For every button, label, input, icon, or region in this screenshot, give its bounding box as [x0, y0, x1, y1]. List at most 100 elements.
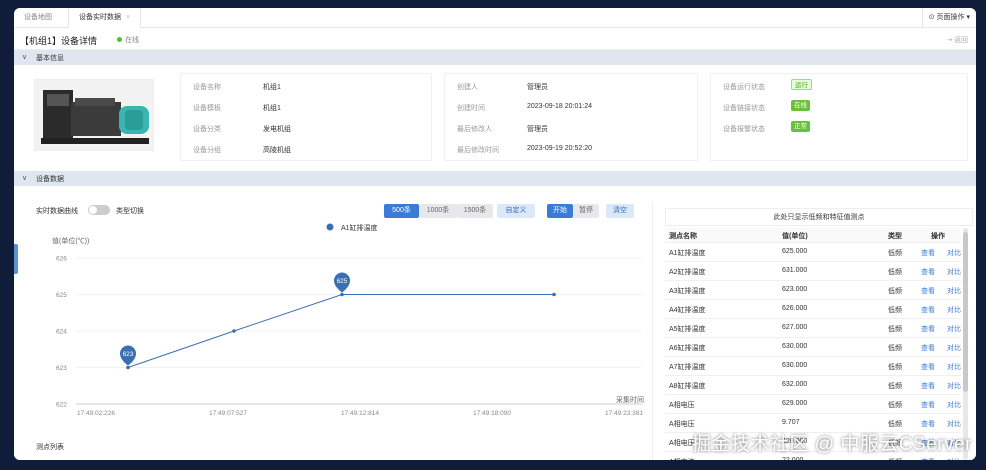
point-value: 630.000	[782, 343, 808, 350]
point-type: 低频	[888, 364, 902, 371]
link-status-badge: 在线	[791, 100, 810, 111]
table-row: A相电压 629.000 低频 查看 对比	[665, 395, 961, 414]
data-point	[126, 365, 130, 370]
start-button[interactable]: 开始	[547, 204, 573, 218]
info-row: 创建人 管理员	[457, 84, 548, 91]
close-icon[interactable]: ×	[126, 14, 130, 21]
info-row: 最后修改时间 2023-09-19 20:52:20	[457, 145, 592, 154]
chevron-down-icon: ∨	[22, 175, 28, 182]
range-1500-button[interactable]: 1500条	[457, 204, 493, 218]
view-link[interactable]: 查看	[921, 381, 935, 391]
basic-info-section-header[interactable]: ∨ 基本信息	[14, 50, 976, 65]
back-button[interactable]: ⇢ 返回	[946, 35, 968, 45]
compare-link[interactable]: 对比	[947, 381, 961, 391]
basic-info-panel: 设备名称 机组1 设备模板 机组1 设备分类 发电机组 设备分组 高陵机组 创建人 管理员…	[14, 65, 976, 171]
point-name: A相电压	[669, 421, 695, 428]
compare-link[interactable]: 对比	[947, 248, 961, 258]
point-type: 低频	[888, 250, 902, 257]
table-row: A5缸排温度 627.000 低频 查看 对比	[665, 319, 961, 338]
point-value: 630.000	[782, 362, 808, 369]
realtime-line-chart: A1缸排温度值(单位(℃)) 622 623 624 625 626 17:49:02:22…	[52, 223, 644, 417]
section-label: 设备数据	[36, 176, 64, 183]
side-collapse-handle[interactable]	[14, 244, 18, 274]
info-row: 设备名称 机组1	[193, 84, 281, 91]
custom-range-button[interactable]: 自定义	[497, 204, 535, 218]
watermark: 掘金技术社区 @ 中服云CServer	[691, 434, 972, 455]
y-axis-label: 值(单位(℃))	[52, 236, 89, 245]
point-value: 626.000	[782, 305, 808, 312]
alarm-status-badge: 正常	[791, 121, 810, 132]
page-header: 【机组1】设备详情 在线 ⇢ 返回	[14, 28, 976, 50]
point-list-label: 测点列表	[36, 444, 64, 451]
compare-link[interactable]: 对比	[947, 400, 961, 410]
point-value: 623.000	[782, 286, 808, 293]
compare-link[interactable]: 对比	[947, 286, 961, 296]
table-row: A4缸排温度 626.000 低频 查看 对比	[665, 300, 961, 319]
point-value: 627.000	[782, 324, 808, 331]
compare-link[interactable]: 对比	[947, 362, 961, 372]
compare-link[interactable]: 对比	[947, 457, 961, 460]
page-ops-menu[interactable]: ⊙ 页面操作 ▾	[921, 8, 976, 28]
table-row: A7缸排温度 630.000 低频 查看 对比	[665, 357, 961, 376]
clear-button[interactable]: 清空	[606, 204, 634, 218]
compare-link[interactable]: 对比	[947, 267, 961, 277]
point-value: 22.000	[782, 457, 803, 460]
point-value: 631.000	[782, 267, 808, 274]
scrollbar-thumb[interactable]	[963, 232, 968, 392]
point-type: 低频	[888, 307, 902, 314]
x-tick-label: 17:49:23:381	[605, 410, 643, 417]
pause-button[interactable]: 暂停	[573, 204, 599, 218]
realtime-curve-label: 实时数据曲线	[36, 208, 78, 215]
info-row: 设备模板 机组1	[193, 105, 281, 112]
point-type: 低频	[888, 457, 902, 460]
point-value: 629.000	[782, 400, 808, 407]
point-type: 低频	[888, 383, 902, 390]
device-data-section-header[interactable]: ∨ 设备数据	[14, 171, 976, 186]
status-text: 在线	[125, 37, 139, 44]
y-tick-label: 625	[56, 292, 67, 299]
online-dot-icon	[117, 37, 122, 42]
view-link[interactable]: 查看	[921, 248, 935, 258]
info-row: 设备报警状态 正常	[711, 118, 967, 139]
x-axis-label: 采集时间	[616, 395, 644, 404]
tab-label: 设备地图	[24, 14, 52, 21]
point-value: 9.707	[782, 419, 800, 426]
view-link[interactable]: 查看	[921, 286, 935, 296]
status-info-card: 设备运行状态 运行 设备链接状态 在线 设备报警状态 正常	[710, 73, 968, 161]
compare-link[interactable]: 对比	[947, 324, 961, 334]
range-1000-button[interactable]: 1000条	[419, 204, 457, 218]
chevron-down-icon: ∨	[22, 54, 28, 61]
tab-device-map[interactable]: 设备地图	[14, 8, 62, 28]
point-name: A2缸排温度	[669, 269, 706, 276]
view-link[interactable]: 查看	[921, 343, 935, 353]
tab-device-realtime[interactable]: 设备实时数据 ×	[68, 8, 142, 28]
point-type: 低频	[888, 421, 902, 428]
info-row: 最后修改人 管理员	[457, 126, 548, 133]
range-500-button[interactable]: 500条	[384, 204, 419, 218]
view-link[interactable]: 查看	[921, 457, 935, 460]
view-link[interactable]: 查看	[921, 324, 935, 334]
view-link[interactable]: 查看	[921, 400, 935, 410]
view-link[interactable]: 查看	[921, 362, 935, 372]
table-scrollbar[interactable]	[963, 228, 968, 460]
compare-link[interactable]: 对比	[947, 305, 961, 315]
col-header: 类型	[888, 233, 902, 240]
info-row: 设备运行状态 运行	[711, 76, 967, 97]
app-frame: 设备地图 设备实时数据 × ⊙ 页面操作 ▾ 【机组1】设备详情 在线 ⇢ 返回 …	[14, 8, 976, 460]
view-link[interactable]: 查看	[921, 305, 935, 315]
view-link[interactable]: 查看	[921, 267, 935, 277]
col-header: 测点名称	[669, 233, 697, 240]
view-link[interactable]: 查看	[921, 419, 935, 429]
point-name: A7缸排温度	[669, 364, 706, 371]
compare-link[interactable]: 对比	[947, 419, 961, 429]
compare-link[interactable]: 对比	[947, 343, 961, 353]
section-label: 基本信息	[36, 55, 64, 62]
point-name: A6缸排温度	[669, 345, 706, 352]
point-type: 低频	[888, 345, 902, 352]
point-value: 625.000	[782, 248, 808, 255]
point-name: A3缸排温度	[669, 288, 706, 295]
realtime-toggle[interactable]	[88, 205, 110, 215]
device-data-panel: 实时数据曲线 类型切换 500条 1000条 1500条 自定义 开始 暂停 清…	[14, 186, 976, 460]
audit-info-card: 创建人 管理员 创建时间 2023-09-18 20:01:24 最后修改人 管理员 …	[444, 73, 698, 161]
generator-icon	[35, 80, 153, 150]
